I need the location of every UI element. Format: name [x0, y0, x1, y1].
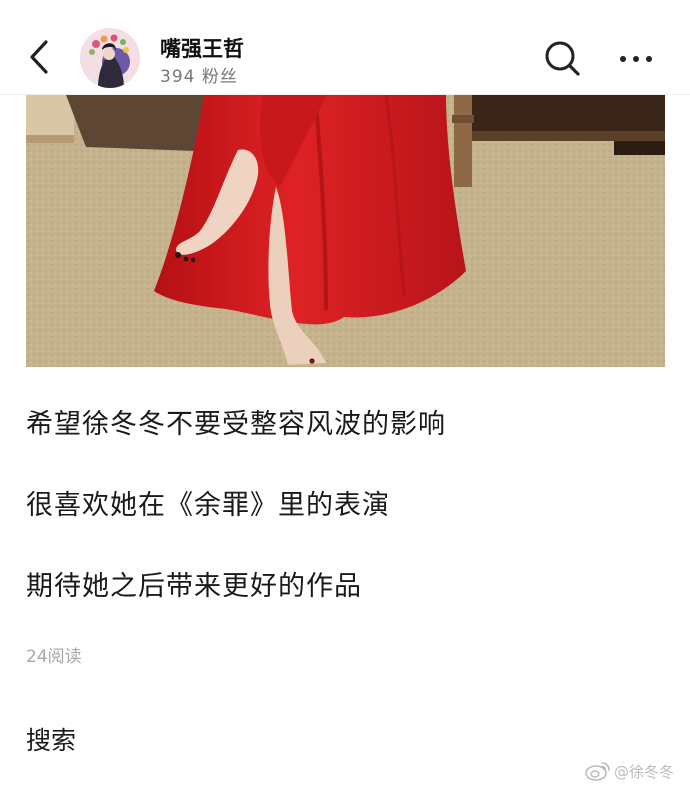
avatar-image [80, 28, 140, 88]
watermark: @徐冬冬 [585, 758, 674, 784]
weibo-logo-icon [585, 762, 610, 781]
post-text-line-1: 希望徐冬冬不要受整容风波的影响 [26, 409, 446, 440]
back-arrow-icon [30, 40, 48, 74]
post-text-line-3: 期待她之后带来更好的作品 [26, 571, 362, 602]
more-options-button[interactable] [612, 40, 660, 78]
username[interactable]: 嘴强王哲 [160, 33, 244, 63]
search-button[interactable] [540, 38, 586, 80]
post-photo[interactable] [26, 95, 665, 367]
more-icon [620, 56, 652, 62]
fans-count: 394 粉丝 [160, 67, 238, 87]
read-count: 24阅读 [26, 647, 82, 667]
top-nav-bar: 嘴强王哲 394 粉丝 [0, 0, 690, 95]
back-button[interactable] [22, 34, 58, 80]
search-icon [545, 41, 580, 76]
watermark-text: @徐冬冬 [614, 762, 675, 781]
red-dress-photo [26, 95, 665, 367]
post-text-line-2: 很喜欢她在《余罪》里的表演 [26, 490, 390, 521]
search-section-title[interactable]: 搜索 [26, 721, 76, 757]
avatar[interactable] [80, 28, 140, 88]
